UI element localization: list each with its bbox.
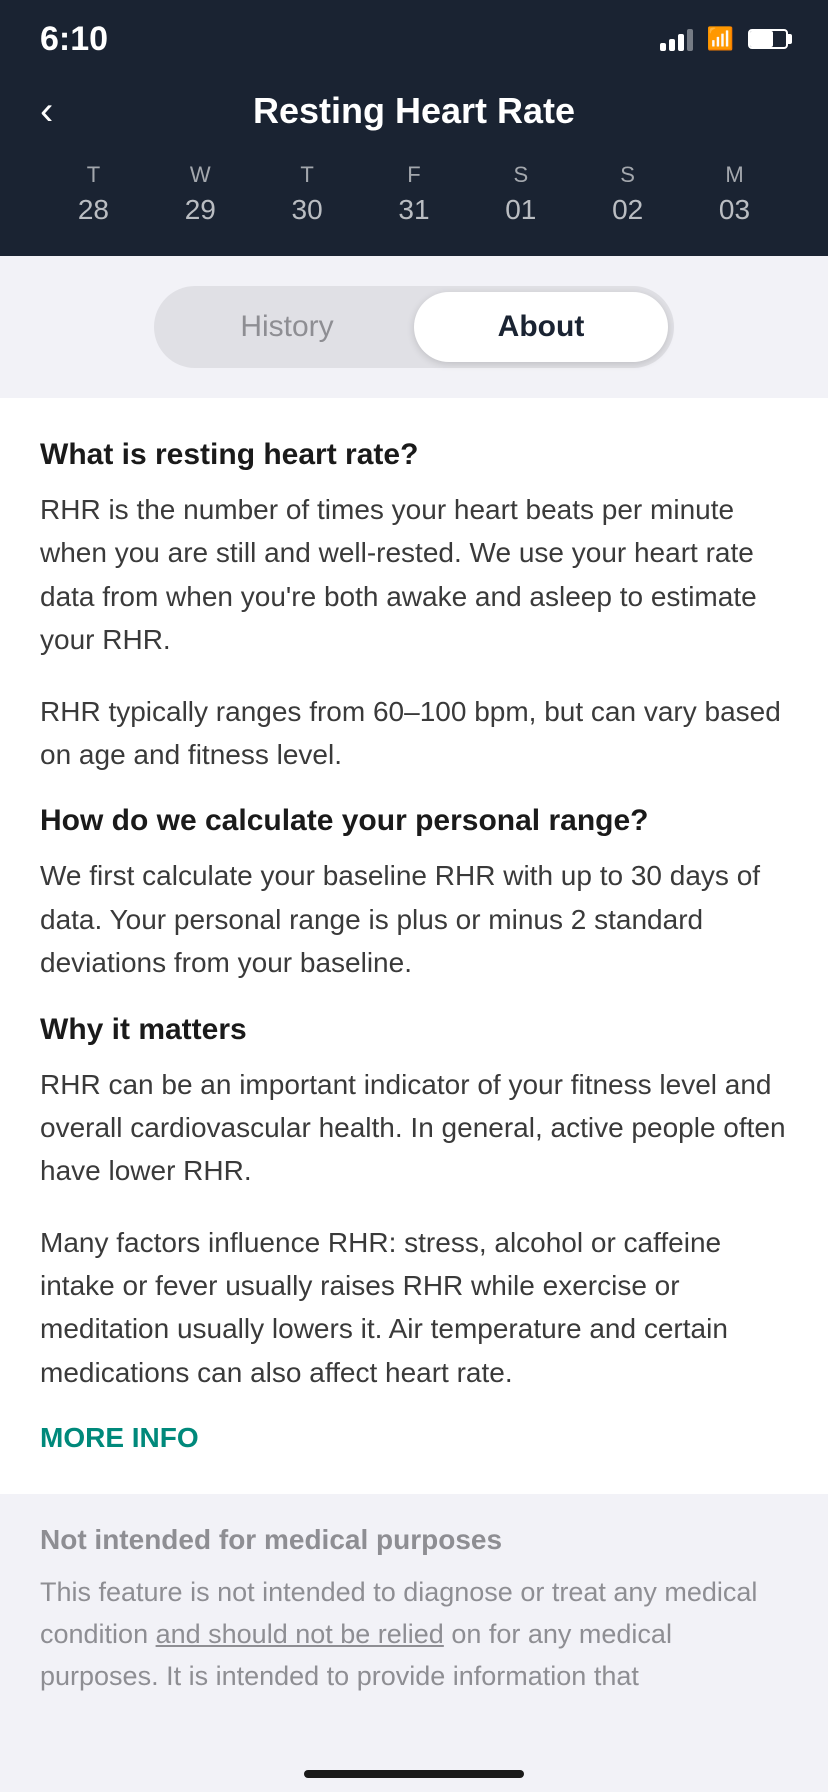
back-button[interactable]: ‹ bbox=[40, 91, 53, 131]
home-indicator bbox=[304, 1770, 524, 1778]
day-letter-1: W bbox=[190, 162, 211, 188]
day-number-1: 29 bbox=[185, 194, 216, 226]
date-item-4: S 01 bbox=[505, 162, 536, 226]
more-info-link[interactable]: MORE INFO bbox=[40, 1422, 199, 1454]
section3-para2: Many factors influence RHR: stress, alco… bbox=[40, 1221, 788, 1395]
section3-para1: RHR can be an important indicator of you… bbox=[40, 1063, 788, 1193]
section1-heading: What is resting heart rate? bbox=[40, 438, 788, 472]
day-letter-5: S bbox=[620, 162, 635, 188]
date-item-3: F 31 bbox=[398, 162, 429, 226]
date-item-6: M 03 bbox=[719, 162, 750, 226]
day-number-3: 31 bbox=[398, 194, 429, 226]
disclaimer-heading: Not intended for medical purposes bbox=[40, 1524, 788, 1556]
section1-para1: RHR is the number of times your heart be… bbox=[40, 488, 788, 662]
date-item-2: T 30 bbox=[292, 162, 323, 226]
day-letter-0: T bbox=[87, 162, 100, 188]
date-item-5: S 02 bbox=[612, 162, 643, 226]
date-item-1: W 29 bbox=[185, 162, 216, 226]
day-number-5: 02 bbox=[612, 194, 643, 226]
day-number-6: 03 bbox=[719, 194, 750, 226]
day-number-4: 01 bbox=[505, 194, 536, 226]
disclaimer-text: This feature is not intended to diagnose… bbox=[40, 1572, 788, 1698]
header-nav: ‹ Resting Heart Rate bbox=[40, 90, 788, 132]
main-content: What is resting heart rate? RHR is the n… bbox=[0, 398, 828, 1728]
tab-about[interactable]: About bbox=[414, 292, 668, 362]
signal-icon bbox=[660, 27, 693, 51]
day-letter-3: F bbox=[407, 162, 420, 188]
page-title: Resting Heart Rate bbox=[253, 90, 575, 132]
section2-para1: We first calculate your baseline RHR wit… bbox=[40, 854, 788, 984]
battery-icon bbox=[748, 29, 788, 49]
disclaimer-section: Not intended for medical purposes This f… bbox=[0, 1494, 828, 1728]
wifi-icon: 📶 bbox=[707, 26, 734, 52]
date-item-0: T 28 bbox=[78, 162, 109, 226]
date-row: T 28 W 29 T 30 F 31 S 01 S 02 M 03 bbox=[40, 162, 788, 226]
section2-heading: How do we calculate your personal range? bbox=[40, 804, 788, 838]
day-letter-2: T bbox=[300, 162, 313, 188]
day-letter-6: M bbox=[725, 162, 743, 188]
section3-heading: Why it matters bbox=[40, 1013, 788, 1047]
section1-para2: RHR typically ranges from 60–100 bpm, bu… bbox=[40, 690, 788, 777]
tab-switcher: History About bbox=[154, 286, 674, 368]
day-letter-4: S bbox=[513, 162, 528, 188]
status-time: 6:10 bbox=[40, 20, 108, 59]
tab-history[interactable]: History bbox=[160, 292, 414, 362]
day-number-0: 28 bbox=[78, 194, 109, 226]
header: ‹ Resting Heart Rate T 28 W 29 T 30 F 31… bbox=[0, 70, 828, 256]
status-icons: 📶 bbox=[660, 26, 788, 52]
tab-container: History About bbox=[0, 256, 828, 378]
status-bar: 6:10 📶 bbox=[0, 0, 828, 70]
day-number-2: 30 bbox=[292, 194, 323, 226]
